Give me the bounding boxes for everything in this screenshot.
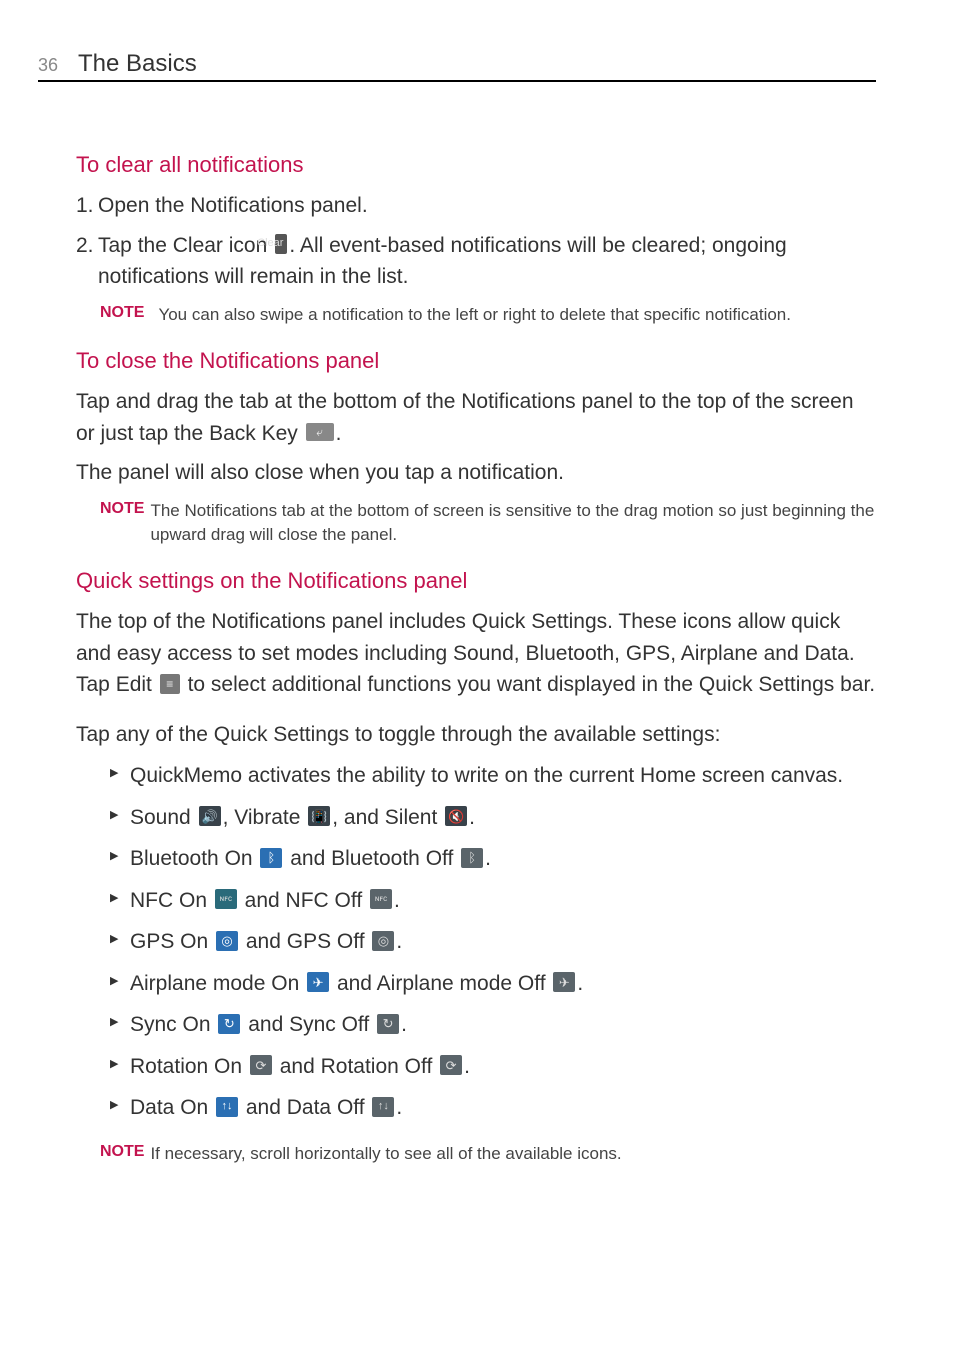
t: . (485, 847, 491, 870)
nfc-on-icon: ɴꜰᴄ (215, 889, 237, 909)
t: Data On (130, 1096, 214, 1119)
nfc-off-icon: ɴꜰᴄ (370, 889, 392, 909)
step-2-a: Tap the (98, 234, 173, 257)
t: . (396, 1096, 402, 1119)
note-label: NOTE (100, 303, 144, 322)
t: Sound (130, 806, 197, 829)
close-p1-a: Tap and drag the tab at the bottom of th… (76, 390, 854, 445)
edit-icon: ≡ (160, 674, 180, 694)
bullet-nfc: NFC On ɴꜰᴄ and NFC Off ɴꜰᴄ. (110, 885, 876, 917)
quick-p1-d: to select additional functions you want … (182, 673, 875, 696)
bluetooth-on-icon: ᛒ (260, 848, 282, 868)
note-label: NOTE (100, 499, 144, 518)
bluetooth-off-icon: ᛒ (461, 848, 483, 868)
gps-off-icon: ◎ (372, 931, 394, 951)
gps-on-icon: ◎ (216, 931, 238, 951)
step-2-bold: Clear (173, 234, 223, 257)
close-p1: Tap and drag the tab at the bottom of th… (76, 386, 876, 449)
step-2: 2.Tap the Clear icon Clear. All event-ba… (76, 230, 876, 293)
t: Rotation On (130, 1055, 248, 1078)
quick-p1-c (152, 673, 158, 696)
airplane-off-icon: ✈ (553, 972, 575, 992)
t: . (577, 972, 583, 995)
bullet-airplane: Airplane mode On ✈ and Airplane mode Off… (110, 968, 876, 1000)
airplane-on-icon: ✈ (307, 972, 329, 992)
t: . (401, 1013, 407, 1036)
bullet-gps: GPS On ◎ and GPS Off ◎. (110, 926, 876, 958)
rotation-off-icon: ⟳ (440, 1055, 462, 1075)
t: , and Silent (332, 806, 443, 829)
heading-quick-settings: Quick settings on the Notifications pane… (76, 568, 876, 594)
back-key-icon: ⤶ (306, 423, 334, 441)
bullet-sync: Sync On ↻ and Sync Off ↻. (110, 1009, 876, 1041)
quick-p2: Tap any of the Quick Settings to toggle … (76, 719, 876, 751)
t: and Airplane mode Off (331, 972, 551, 995)
sync-off-icon: ↻ (377, 1014, 399, 1034)
note-clear: NOTE You can also swipe a notification t… (100, 303, 876, 327)
t: Airplane mode On (130, 972, 305, 995)
step-1-text: Open the Notifications panel. (98, 194, 368, 217)
close-p2: The panel will also close when you tap a… (76, 457, 876, 489)
t: . (396, 930, 402, 953)
close-p1-bold: Back Key (209, 422, 298, 445)
t: and GPS Off (240, 930, 370, 953)
t: Bluetooth On (130, 847, 258, 870)
page-number: 36 (38, 55, 68, 76)
t: NFC On (130, 889, 213, 912)
rotation-on-icon: ⟳ (250, 1055, 272, 1075)
t: . (469, 806, 475, 829)
note-quick: NOTE If necessary, scroll horizontally t… (100, 1142, 876, 1166)
t: and Bluetooth Off (284, 847, 459, 870)
t: and NFC Off (239, 889, 368, 912)
bullet-sound: Sound 🔊, Vibrate 📳, and Silent 🔇. (110, 802, 876, 834)
note-text: The Notifications tab at the bottom of s… (150, 499, 876, 547)
note-close: NOTE The Notifications tab at the bottom… (100, 499, 876, 547)
bullet-bluetooth: Bluetooth On ᛒ and Bluetooth Off ᛒ. (110, 843, 876, 875)
sync-on-icon: ↻ (218, 1014, 240, 1034)
sound-icon: 🔊 (199, 806, 221, 826)
page-header: 36 The Basics (38, 50, 876, 82)
bullet-rotation: Rotation On ⟳ and Rotation Off ⟳. (110, 1051, 876, 1083)
data-off-icon: ↑↓ (372, 1097, 394, 1117)
t: GPS On (130, 930, 214, 953)
note-text: You can also swipe a notification to the… (158, 303, 791, 327)
vibrate-icon: 📳 (308, 806, 330, 826)
t: and Sync Off (242, 1013, 375, 1036)
bullet-data: Data On ↑↓ and Data Off ↑↓. (110, 1092, 876, 1124)
quick-bullet-list: QuickMemo activates the ability to write… (110, 760, 876, 1124)
t: . (464, 1055, 470, 1078)
heading-close-panel: To close the Notifications panel (76, 348, 876, 374)
close-p1-d: . (336, 422, 342, 445)
bullet-quickmemo: QuickMemo activates the ability to write… (110, 760, 876, 792)
t: and Rotation Off (274, 1055, 438, 1078)
chapter-title: The Basics (78, 50, 197, 78)
t: , Vibrate (223, 806, 307, 829)
data-on-icon: ↑↓ (216, 1097, 238, 1117)
t: and Data Off (240, 1096, 370, 1119)
silent-icon: 🔇 (445, 806, 467, 826)
clear-icon: Clear (275, 234, 287, 254)
quick-p1: The top of the Notifications panel inclu… (76, 606, 876, 701)
step-1: 1.Open the Notifications panel. (76, 190, 876, 222)
note-label: NOTE (100, 1142, 144, 1161)
close-p1-c (298, 422, 304, 445)
quick-p1-bold: Edit (116, 673, 152, 696)
heading-clear-notifications: To clear all notifications (76, 152, 876, 178)
t: Sync On (130, 1013, 216, 1036)
t: . (394, 889, 400, 912)
note-text: If necessary, scroll horizontally to see… (150, 1142, 621, 1166)
